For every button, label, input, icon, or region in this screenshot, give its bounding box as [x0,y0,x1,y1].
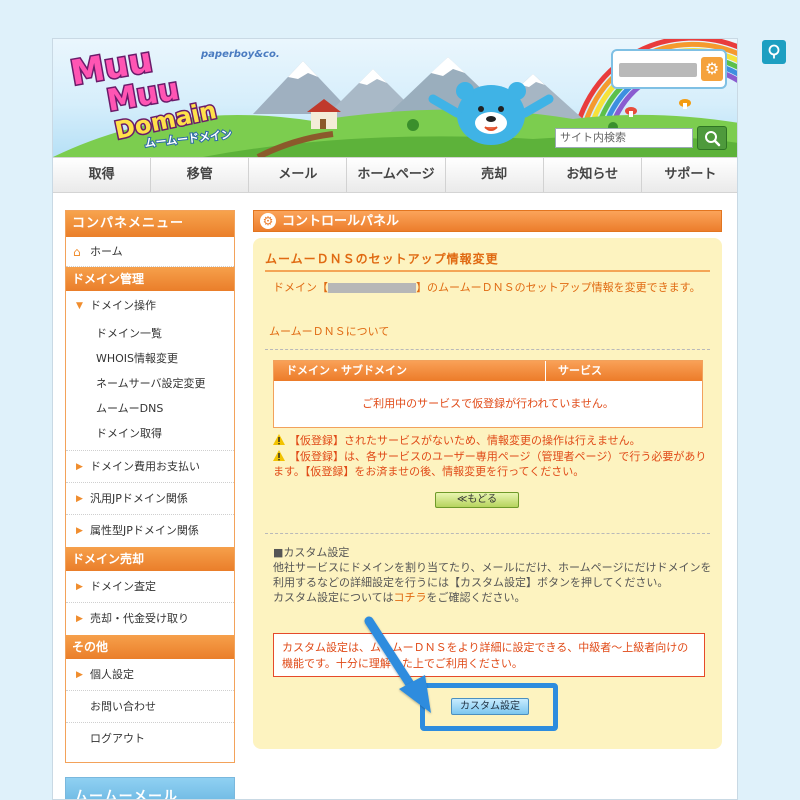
sidebar-item-attribute-jp[interactable]: ▶ 属性型JPドメイン関係 [66,515,234,547]
warning-text: 【仮登録】は、各サービスのユーザー専用ページ（管理者ページ）で行う必要があります… [273,450,707,478]
site-header: Muu Muu Domain ムームードメイン paperboy&co. ⚙ サ… [53,39,737,157]
sidebar-section-other: その他 [66,635,234,659]
chevron-right-icon: ▶ [76,614,83,624]
warning-text: 【仮登録】されたサービスがないため、情報変更の操作は行えません。 [289,434,641,447]
advanced-user-alert: カスタム設定は、ムームーＤＮＳをより詳細に設定できる、中級者～上級者向けの機能で… [273,633,705,677]
gear-icon: ⚙ [704,59,720,78]
sidebar-item-label: ログアウト [90,732,145,745]
sidebar-item-personal-settings[interactable]: ▶ 個人設定 [66,659,234,691]
nav-acquire[interactable]: 取得 [53,158,150,192]
nav-mail[interactable]: メール [248,158,346,192]
search-button[interactable] [697,126,727,150]
chevron-down-icon: ▼ [76,301,83,311]
table-header: ドメイン・サブドメイン サービス [274,361,702,381]
desc-text-before: ドメイン【 [273,281,328,294]
divider [265,533,710,534]
sidebar-item-domain-appraisal[interactable]: ▶ ドメイン査定 [66,571,234,603]
sidebar-muumuu-mail-box[interactable]: ムームーメール [65,777,235,800]
sidebar-item-label: 売却・代金受け取り [90,612,189,625]
chevron-right-icon: ▶ [76,582,83,592]
domain-description: ドメイン【 】のムームーＤＮＳのセットアップ情報を変更できます。 [273,280,705,295]
nav-news[interactable]: お知らせ [542,158,641,192]
settings-gear-button[interactable]: ⚙ [701,57,723,81]
divider [265,349,710,350]
custom-settings-button[interactable]: カスタム設定 [451,698,529,715]
domain-name-redacted [328,283,416,293]
dns-service-table: ドメイン・サブドメイン サービス ご利用中のサービスで仮登録が行われていません。 [273,360,703,428]
panel-title: コントロールパネル [282,214,400,229]
paperboy-brand-label[interactable]: paperboy&co. [201,49,280,60]
custom-settings-help-link[interactable]: コチラ [393,591,426,604]
sidebar-item-logout[interactable]: ログアウト [66,723,234,755]
search-icon [705,131,721,147]
search-placeholder: サイト内検索 [560,131,626,144]
custom-desc-text: 他社サービスにドメインを割り当てたり、メールにだけ、ホームページにだけドメインを… [273,561,712,589]
warning-message: 【仮登録】されたサービスがないため、情報変更の操作は行えません。 [273,433,713,448]
warning-icon [273,450,285,461]
sidebar-item-domain-payment[interactable]: ▶ ドメイン費用お支払い [66,451,234,483]
sidebar-item-label: 属性型JPドメイン関係 [90,524,199,537]
sidebar-title: コンパネメニュー [66,211,234,237]
table-empty-message: ご利用中のサービスで仮登録が行われていません。 [362,397,614,410]
sidebar: コンパネメニュー ⌂ ホーム ドメイン管理 ▼ ドメイン操作 ドメイン一覧 WH… [65,210,235,763]
back-button[interactable]: ≪もどる [435,492,519,508]
nav-sell[interactable]: 売却 [444,158,543,192]
gear-icon: ⚙ [260,213,276,229]
sidebar-item-label: ドメイン査定 [90,580,156,593]
chevron-right-icon: ▶ [76,462,83,472]
page: Muu Muu Domain ムームードメイン paperboy&co. ⚙ サ… [52,38,738,800]
custom-desc-text-2: カスタム設定については [273,591,394,604]
annotation-arrow-icon [364,616,431,713]
sidebar-mail-title: ムームーメール [74,789,179,800]
username-field-redacted[interactable] [619,63,697,77]
warning-message: 【仮登録】は、各サービスのユーザー専用ページ（管理者ページ）で行う必要があります… [273,449,713,479]
sidebar-subitem-nameserver[interactable]: ネームサーバ設定変更 [66,371,234,396]
sidebar-group-domain-ops: ▼ ドメイン操作 ドメイン一覧 WHOIS情報変更 ネームサーバ設定変更 ムーム… [66,291,234,451]
sidebar-subitem-domain-list[interactable]: ドメイン一覧 [66,321,234,346]
sidebar-item-label: ドメイン費用お支払い [90,460,200,473]
sidebar-subitem-domain-acquire[interactable]: ドメイン取得 [66,421,234,446]
column-header-domain: ドメイン・サブドメイン [274,361,546,381]
sidebar-item-contact[interactable]: お問い合わせ [66,691,234,723]
about-muumuu-dns-link[interactable]: ムームーＤＮＳについて [269,323,389,339]
chevron-right-icon: ▶ [76,670,83,680]
sidebar-subitem-muumuu-dns[interactable]: ムームーDNS [66,396,234,421]
nav-transfer[interactable]: 移管 [150,158,248,192]
home-icon: ⌂ [73,245,81,259]
sidebar-item-generic-jp[interactable]: ▶ 汎用JPドメイン関係 [66,483,234,515]
site-search-input[interactable]: サイト内検索 [555,128,693,148]
sidebar-section-domain-sale: ドメイン売却 [66,547,234,571]
sidebar-item-label: お問い合わせ [90,700,156,713]
sidebar-subitem-whois[interactable]: WHOIS情報変更 [66,346,234,371]
global-nav: 取得 移管 メール ホームページ 売却 お知らせ サポート [53,157,737,193]
sidebar-item-domain-ops[interactable]: ▼ ドメイン操作 [66,291,234,321]
main-content: ムームーＤＮＳのセットアップ情報変更 ドメイン【 】のムームーＤＮＳのセットアップ… [253,238,722,749]
corner-pin-button[interactable] [762,40,786,64]
nav-homepage[interactable]: ホームページ [346,158,444,192]
sidebar-item-label: ホーム [90,245,123,258]
chevron-right-icon: ▶ [76,526,83,536]
section-title: ムームーＤＮＳのセットアップ情報変更 [265,248,710,272]
lightbulb-icon [768,44,780,59]
custom-settings-description: 他社サービスにドメインを割り当てたり、メールにだけ、ホームページにだけドメインを… [273,560,713,605]
sidebar-item-label: ドメイン操作 [90,299,156,312]
sidebar-item-home[interactable]: ⌂ ホーム [66,237,234,267]
muumuu-domain-logo[interactable]: Muu Muu Domain ムームードメイン [65,45,265,149]
custom-settings-title: ■カスタム設定 [273,546,350,559]
warning-icon [273,434,285,445]
desc-text-after: 】のムームーＤＮＳのセットアップ情報を変更できます。 [416,281,701,294]
chevron-right-icon: ▶ [76,494,83,504]
control-panel-header: ⚙ コントロールパネル [253,210,722,232]
custom-desc-text-3: をご確認ください。 [426,591,526,604]
sidebar-section-domain-management: ドメイン管理 [66,267,234,291]
column-header-service: サービス [558,364,602,377]
nav-support[interactable]: サポート [640,158,737,192]
sidebar-item-sale-payment[interactable]: ▶ 売却・代金受け取り [66,603,234,635]
sidebar-item-label: 汎用JPドメイン関係 [90,492,188,505]
sidebar-item-label: 個人設定 [90,668,134,681]
login-box: ⚙ [611,49,727,89]
